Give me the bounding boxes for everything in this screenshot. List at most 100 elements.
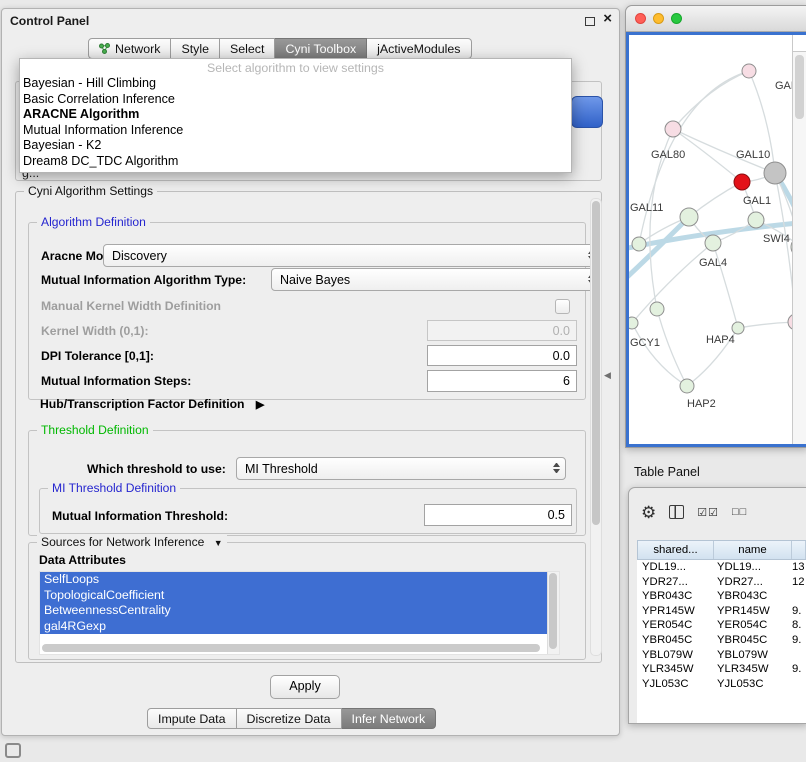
table-cell[interactable]: YBL079W — [712, 648, 789, 663]
table-row[interactable]: YBL079WYBL079W — [637, 648, 806, 663]
data-attribute-betweennesscentrality[interactable]: BetweennessCentrality — [40, 603, 548, 619]
table-row[interactable]: YLR345WYLR345W9. — [637, 662, 806, 677]
table-cell[interactable]: YER054C — [637, 618, 712, 633]
data-attribute-selfloops[interactable]: SelfLoops — [40, 572, 548, 588]
algorithm-option-aracne-algorithm[interactable]: ARACNE Algorithm — [20, 107, 571, 123]
network-node[interactable] — [650, 302, 664, 316]
network-node[interactable] — [742, 64, 756, 78]
table-cell[interactable]: YDL19... — [637, 560, 712, 575]
table-cell[interactable]: YJL053C — [712, 677, 789, 692]
minimize-window-icon[interactable] — [653, 13, 664, 24]
attributes-vertical-scrollbar[interactable] — [547, 572, 559, 654]
table-cell[interactable]: 9. — [789, 604, 806, 619]
network-node[interactable] — [764, 162, 786, 184]
select-all-checks-icon[interactable]: ☑☑ — [697, 506, 719, 519]
network-node[interactable] — [680, 379, 694, 393]
data-attributes-list[interactable]: SelfLoopsTopologicalCoefficientBetweenne… — [39, 571, 560, 655]
collapse-down-icon[interactable]: ▼ — [214, 538, 223, 548]
network-node[interactable] — [665, 121, 681, 137]
tab-jactivemodules[interactable]: jActiveModules — [367, 38, 471, 59]
table-cell[interactable]: 13 — [789, 560, 806, 575]
table-row[interactable]: YDL19...YDL19...13 — [637, 560, 806, 575]
network-node[interactable] — [632, 237, 646, 251]
table-cell[interactable]: YLR345W — [637, 662, 712, 677]
gear-icon[interactable]: ⚙ — [641, 504, 656, 521]
aracne-mode-select[interactable]: Discovery — [103, 244, 601, 267]
network-node[interactable] — [705, 235, 721, 251]
which-threshold-select[interactable]: MI Threshold — [236, 457, 566, 480]
algorithm-option-mutual-information-inference[interactable]: Mutual Information Inference — [20, 123, 571, 139]
zoom-window-icon[interactable] — [671, 13, 682, 24]
settings-vertical-scrollbar[interactable] — [590, 198, 602, 656]
table-cell[interactable]: YBL079W — [637, 648, 712, 663]
algorithm-option-dream8-dc-tdc-algorithm[interactable]: Dream8 DC_TDC Algorithm — [20, 154, 571, 170]
table-cell[interactable]: 9. — [789, 662, 806, 677]
tab-infer-network[interactable]: Infer Network — [342, 708, 437, 729]
table-row[interactable]: YER054CYER054C8. — [637, 618, 806, 633]
table-cell[interactable]: YBR045C — [712, 633, 789, 648]
help-button[interactable] — [571, 96, 603, 128]
table-row[interactable]: YDR27...YDR27...12 — [637, 575, 806, 590]
network-node[interactable] — [629, 317, 638, 329]
clear-checks-icon[interactable]: □□ — [732, 506, 747, 518]
table-cell[interactable]: YDL19... — [712, 560, 789, 575]
dpi-tolerance-field[interactable]: 0.0 — [427, 345, 577, 366]
algorithm-option-basic-correlation-inference[interactable]: Basic Correlation Inference — [20, 92, 571, 108]
table-cell[interactable] — [789, 677, 806, 692]
apply-button[interactable]: Apply — [270, 675, 340, 699]
table-cell[interactable]: YBR043C — [637, 589, 712, 604]
tab-select[interactable]: Select — [220, 38, 275, 59]
mi-algorithm-type-select[interactable]: Naive Bayes — [271, 268, 601, 291]
table-cell[interactable]: YDR27... — [712, 575, 789, 590]
table-cell[interactable]: 9. — [789, 633, 806, 648]
attributes-horizontal-scrollbar[interactable] — [42, 644, 540, 652]
network-node[interactable] — [734, 174, 750, 190]
scrollbar-thumb[interactable] — [592, 201, 600, 525]
column-selector-icon[interactable] — [669, 505, 684, 519]
network-vertical-scrollbar[interactable] — [792, 35, 806, 444]
minimized-window-icon[interactable] — [5, 743, 21, 758]
table-row[interactable]: YBR043CYBR043C — [637, 589, 806, 604]
tab-style[interactable]: Style — [171, 38, 220, 59]
table-row[interactable]: YJL053CYJL053C — [637, 677, 806, 692]
scrollbar-button[interactable] — [793, 35, 806, 52]
network-edge[interactable] — [689, 182, 742, 217]
tab-network[interactable]: Network — [88, 38, 171, 59]
table-cell[interactable]: 12 — [789, 575, 806, 590]
table-cell[interactable] — [789, 589, 806, 604]
network-edge[interactable] — [632, 243, 713, 323]
hub-definition-expander[interactable]: Hub/Transcription Factor Definition ▶ — [40, 397, 264, 411]
data-attribute-topologicalcoefficient[interactable]: TopologicalCoefficient — [40, 588, 548, 604]
network-edge[interactable] — [738, 322, 793, 328]
network-node[interactable] — [748, 212, 764, 228]
table-cell[interactable]: YPR145W — [637, 604, 712, 619]
algorithm-option-bayesian-k2[interactable]: Bayesian - K2 — [20, 138, 571, 154]
table-cell[interactable]: YBR045C — [637, 633, 712, 648]
table-cell[interactable]: YDR27... — [637, 575, 712, 590]
network-node[interactable] — [732, 322, 744, 334]
tab-discretize-data[interactable]: Discretize Data — [237, 708, 342, 729]
table-cell[interactable]: YPR145W — [712, 604, 789, 619]
float-panel-icon[interactable] — [585, 17, 595, 26]
table-cell[interactable] — [789, 648, 806, 663]
table-cell[interactable]: YBR043C — [712, 589, 789, 604]
scrollbar-thumb[interactable] — [549, 573, 557, 649]
algorithm-option-bayesian-hill-climbing[interactable]: Bayesian - Hill Climbing — [20, 76, 571, 92]
network-edge[interactable] — [632, 323, 687, 386]
table-cell[interactable]: YER054C — [712, 618, 789, 633]
table-cell[interactable]: YLR345W — [712, 662, 789, 677]
column-header-name[interactable]: name — [714, 541, 792, 559]
table-row[interactable]: YBR045CYBR045C9. — [637, 633, 806, 648]
network-node[interactable] — [680, 208, 698, 226]
mi-threshold-field[interactable]: 0.5 — [424, 504, 572, 526]
table-cell[interactable]: YJL053C — [637, 677, 712, 692]
close-panel-icon[interactable]: × — [603, 10, 612, 27]
expand-right-icon[interactable]: ▶ — [256, 399, 264, 411]
column-header-extra[interactable] — [792, 541, 806, 559]
close-window-icon[interactable] — [635, 13, 646, 24]
tab-cyni-toolbox[interactable]: Cyni Toolbox — [275, 38, 367, 59]
network-edge[interactable] — [713, 243, 738, 328]
network-edge[interactable] — [673, 71, 749, 129]
scrollbar-thumb[interactable] — [795, 55, 804, 119]
network-window-titlebar[interactable] — [626, 6, 806, 32]
